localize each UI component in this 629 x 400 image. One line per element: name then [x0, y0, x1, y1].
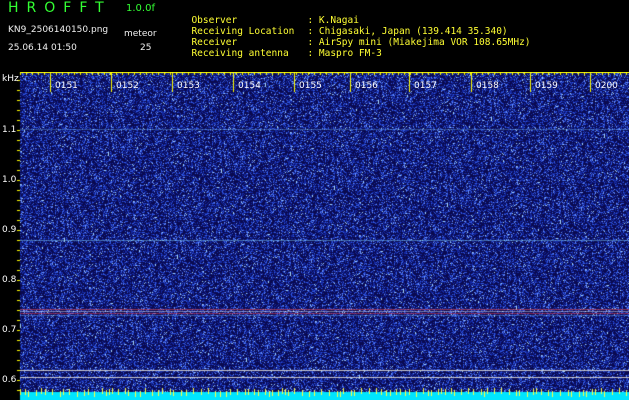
- spectrogram-canvas: [0, 72, 629, 400]
- info-key: Receiving antenna: [191, 48, 289, 59]
- info-value: : Maspro FM-3: [307, 48, 382, 59]
- x-tick-label: 0159: [535, 81, 558, 91]
- meteor-count: 25: [140, 43, 152, 53]
- meteor-label: meteor: [124, 29, 157, 39]
- x-tick-label: 0157: [414, 81, 437, 91]
- unit-label: kHz: [2, 74, 19, 84]
- y-tick-label: 1.0: [2, 175, 17, 185]
- x-tick-label: 0152: [116, 81, 139, 91]
- x-tick-label: 0158: [476, 81, 499, 91]
- x-tick-label: 0156: [355, 81, 378, 91]
- spectrogram-panel: kHz 1.1 1.0 0.9 0.8 0.7 0.6 0151 0152 01…: [0, 72, 629, 400]
- info-antenna: Receiving antenna : Maspro FM-3: [180, 37, 382, 59]
- x-tick-label: 0151: [55, 81, 78, 91]
- app-title: HROFFT: [8, 0, 112, 16]
- filename-label: KN9_2506140150.png: [8, 25, 109, 35]
- y-tick-label: 0.6: [2, 375, 17, 385]
- y-tick-label: 0.8: [2, 275, 17, 285]
- x-tick-label: 0153: [177, 81, 200, 91]
- datetime-label: 25.06.14 01:50: [8, 43, 77, 53]
- version-label: 1.0.0f: [126, 3, 155, 14]
- x-tick-label: 0200: [595, 81, 618, 91]
- x-tick-label: 0155: [299, 81, 322, 91]
- y-tick-label: 1.1: [2, 125, 17, 135]
- y-tick-label: 0.9: [2, 225, 17, 235]
- y-tick-label: 0.7: [2, 325, 17, 335]
- x-tick-label: 0154: [238, 81, 261, 91]
